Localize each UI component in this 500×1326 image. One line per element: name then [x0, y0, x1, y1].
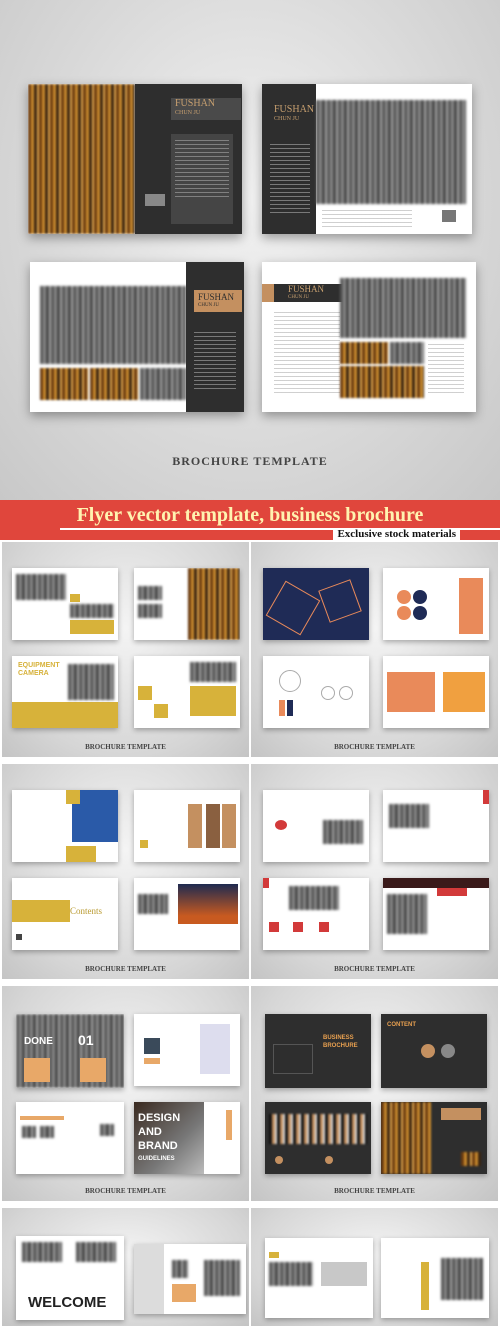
content-label: CONTENT [387, 1022, 416, 1028]
body-text [322, 210, 412, 228]
gold-blur-photo [90, 368, 138, 400]
gold-blur-photo [28, 84, 135, 234]
city-blur-photo [390, 342, 424, 364]
hero-caption: BROCHURE TEMPLATE [172, 454, 328, 468]
dark-sidebar: FUSHAN CHUN JU [186, 262, 244, 412]
mini-spread [134, 656, 240, 728]
spread-title: FUSHAN [198, 292, 235, 302]
body-text [175, 140, 229, 200]
equipment-label: EQUIPMENT CAMERA [18, 662, 60, 677]
brochure-spread-2: FUSHAN CHUN JU [262, 84, 472, 234]
banner-subtitle: Exclusive stock materials [333, 528, 460, 540]
mini-spread [134, 790, 240, 862]
mini-spread [265, 1102, 371, 1174]
mini-spread [265, 1238, 373, 1318]
business-brochure-label: BUSINESS BROCHURE [323, 1035, 358, 1049]
mini-spread: BUSINESS BROCHURE [265, 1014, 371, 1088]
mini-spread: CONTENT [381, 1014, 487, 1088]
dark-sidebar: FUSHAN CHUN JU [262, 84, 316, 234]
mini-spread [134, 1014, 240, 1086]
mini-spread [383, 878, 489, 950]
spread-title: FUSHAN [175, 98, 216, 109]
banner-title: Flyer vector template, business brochure [76, 504, 424, 526]
template-cell-7: WELCOME [2, 1208, 249, 1326]
hero-preview: FUSHAN CHUN JU FUSHAN CHUN JU FUSHAN CHU… [0, 0, 500, 500]
template-cell-4: BROCHURE TEMPLATE [251, 764, 498, 979]
mini-spread [263, 656, 369, 728]
cell-caption: BROCHURE TEMPLATE [334, 965, 415, 973]
mini-spread [263, 878, 369, 950]
city-blur-photo [340, 278, 466, 338]
welcome-label: WELCOME [28, 1294, 107, 1311]
mini-spread: EQUIPMENT CAMERA [12, 656, 118, 728]
mini-spread: Contents [12, 878, 118, 950]
mini-spread [381, 1238, 489, 1318]
design-label: DESIGN [138, 1112, 181, 1124]
mini-spread [12, 790, 118, 862]
body-text [274, 312, 340, 396]
template-cell-2: BROCHURE TEMPLATE [251, 542, 498, 757]
brochure-spread-1: FUSHAN CHUN JU [28, 84, 242, 234]
mini-spread [134, 878, 240, 950]
spread-subtitle: CHUN JU [175, 110, 201, 116]
body-text [270, 144, 310, 214]
cell-caption: BROCHURE TEMPLATE [85, 1187, 166, 1195]
city-blur-photo [40, 286, 186, 364]
brochure-spread-3: FUSHAN CHUN JU [30, 262, 244, 412]
cell-caption: BROCHURE TEMPLATE [85, 965, 166, 973]
gold-blur-photo [40, 368, 88, 400]
done-label: DONE [24, 1036, 53, 1047]
city-blur-photo [140, 368, 186, 400]
mini-spread [383, 790, 489, 862]
mini-spread: DESIGN AND BRAND GUIDELINES [134, 1102, 240, 1174]
spread-subtitle: CHUN JU [274, 116, 300, 122]
mini-spread: DONE 01 [16, 1014, 124, 1088]
contents-label: Contents [70, 906, 103, 916]
mini-spread [383, 656, 489, 728]
spread-title: FUSHAN [288, 284, 325, 294]
mini-spread [383, 568, 489, 640]
mini-spread [16, 1102, 124, 1174]
guidelines-label: GUIDELINES [138, 1156, 175, 1162]
city-blur-photo [316, 100, 466, 204]
body-text [194, 332, 236, 392]
spread-title: FUSHAN [274, 104, 315, 115]
spread-subtitle: CHUN JU [198, 303, 219, 308]
template-cell-6: BUSINESS BROCHURE CONTENT BROCHURE TEMPL… [251, 986, 498, 1201]
cell-caption: BROCHURE TEMPLATE [334, 1187, 415, 1195]
and-label: AND [138, 1126, 162, 1138]
cell-caption: BROCHURE TEMPLATE [85, 743, 166, 751]
number-label: 01 [78, 1032, 94, 1048]
body-text [428, 344, 464, 394]
template-cell-3: Contents BROCHURE TEMPLATE [2, 764, 249, 979]
mini-spread [263, 568, 369, 640]
template-cell-1: EQUIPMENT CAMERA BROCHURE TEMPLATE [2, 542, 249, 757]
mini-spread: WELCOME [16, 1236, 124, 1320]
template-cell-5: DONE 01 DESIGN AND BRAND GUIDELINES BROC… [2, 986, 249, 1201]
mini-spread [12, 568, 118, 640]
brand-label: BRAND [138, 1140, 178, 1152]
mini-spread [134, 1244, 246, 1314]
template-cell-8 [251, 1208, 498, 1326]
mini-spread [263, 790, 369, 862]
mini-spread [381, 1102, 487, 1174]
gold-blur-photo [340, 366, 424, 398]
brochure-spread-4: FUSHAN CHUN JU [262, 262, 476, 412]
cell-caption: BROCHURE TEMPLATE [334, 743, 415, 751]
gold-blur-photo [340, 342, 388, 364]
spread-subtitle: CHUN JU [288, 295, 309, 300]
dark-page: FUSHAN CHUN JU [135, 84, 242, 234]
mini-spread [134, 568, 240, 640]
